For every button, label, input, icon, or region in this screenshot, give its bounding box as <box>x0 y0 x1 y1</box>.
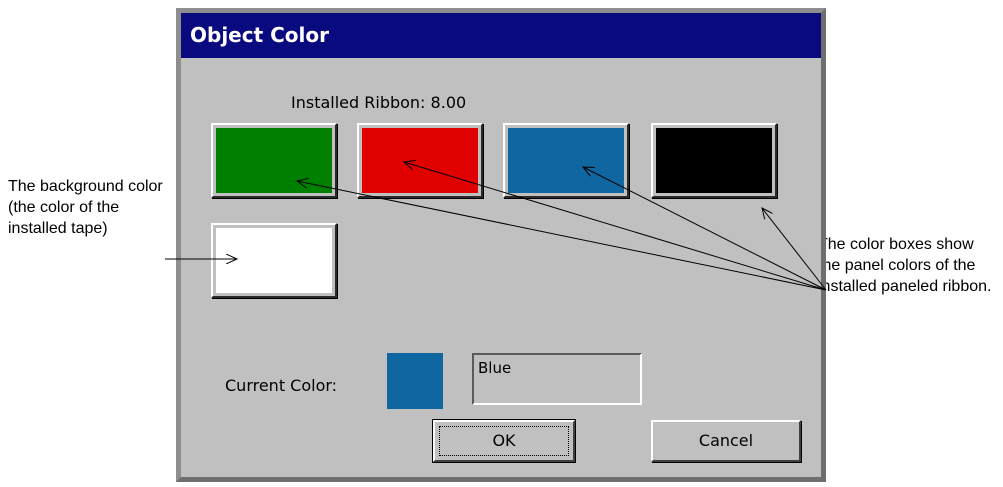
swatch-fill-red <box>362 128 478 193</box>
swatch-fill-white <box>216 228 332 293</box>
color-boxes-callout: The color boxes show the panel colors of… <box>818 236 992 295</box>
ok-button-label: OK <box>439 426 569 456</box>
current-color-label: Current Color: <box>225 376 338 395</box>
swatch-fill-green <box>216 128 332 193</box>
installed-ribbon-value: 8.00 <box>430 93 467 112</box>
swatch-fill-blue <box>508 128 624 193</box>
color-swatch-green[interactable] <box>211 123 337 198</box>
object-color-dialog: Object Color Installed Ribbon: 8.00 Curr… <box>176 8 826 482</box>
installed-ribbon-label: Installed Ribbon: <box>291 93 426 112</box>
color-swatch-blue[interactable] <box>503 123 629 198</box>
swatch-fill-black <box>656 128 772 193</box>
dialog-title: Object Color <box>181 13 821 58</box>
cancel-button[interactable]: Cancel <box>651 420 801 462</box>
color-swatch-white[interactable] <box>211 223 337 298</box>
color-swatch-black[interactable] <box>651 123 777 198</box>
installed-ribbon: Installed Ribbon: 8.00 <box>291 93 466 112</box>
current-color-preview <box>387 353 443 409</box>
color-swatch-red[interactable] <box>357 123 483 198</box>
background-color-callout: The background color (the color of the i… <box>8 178 163 237</box>
ok-button[interactable]: OK <box>433 420 575 462</box>
current-color-name-field: Blue <box>472 353 642 405</box>
